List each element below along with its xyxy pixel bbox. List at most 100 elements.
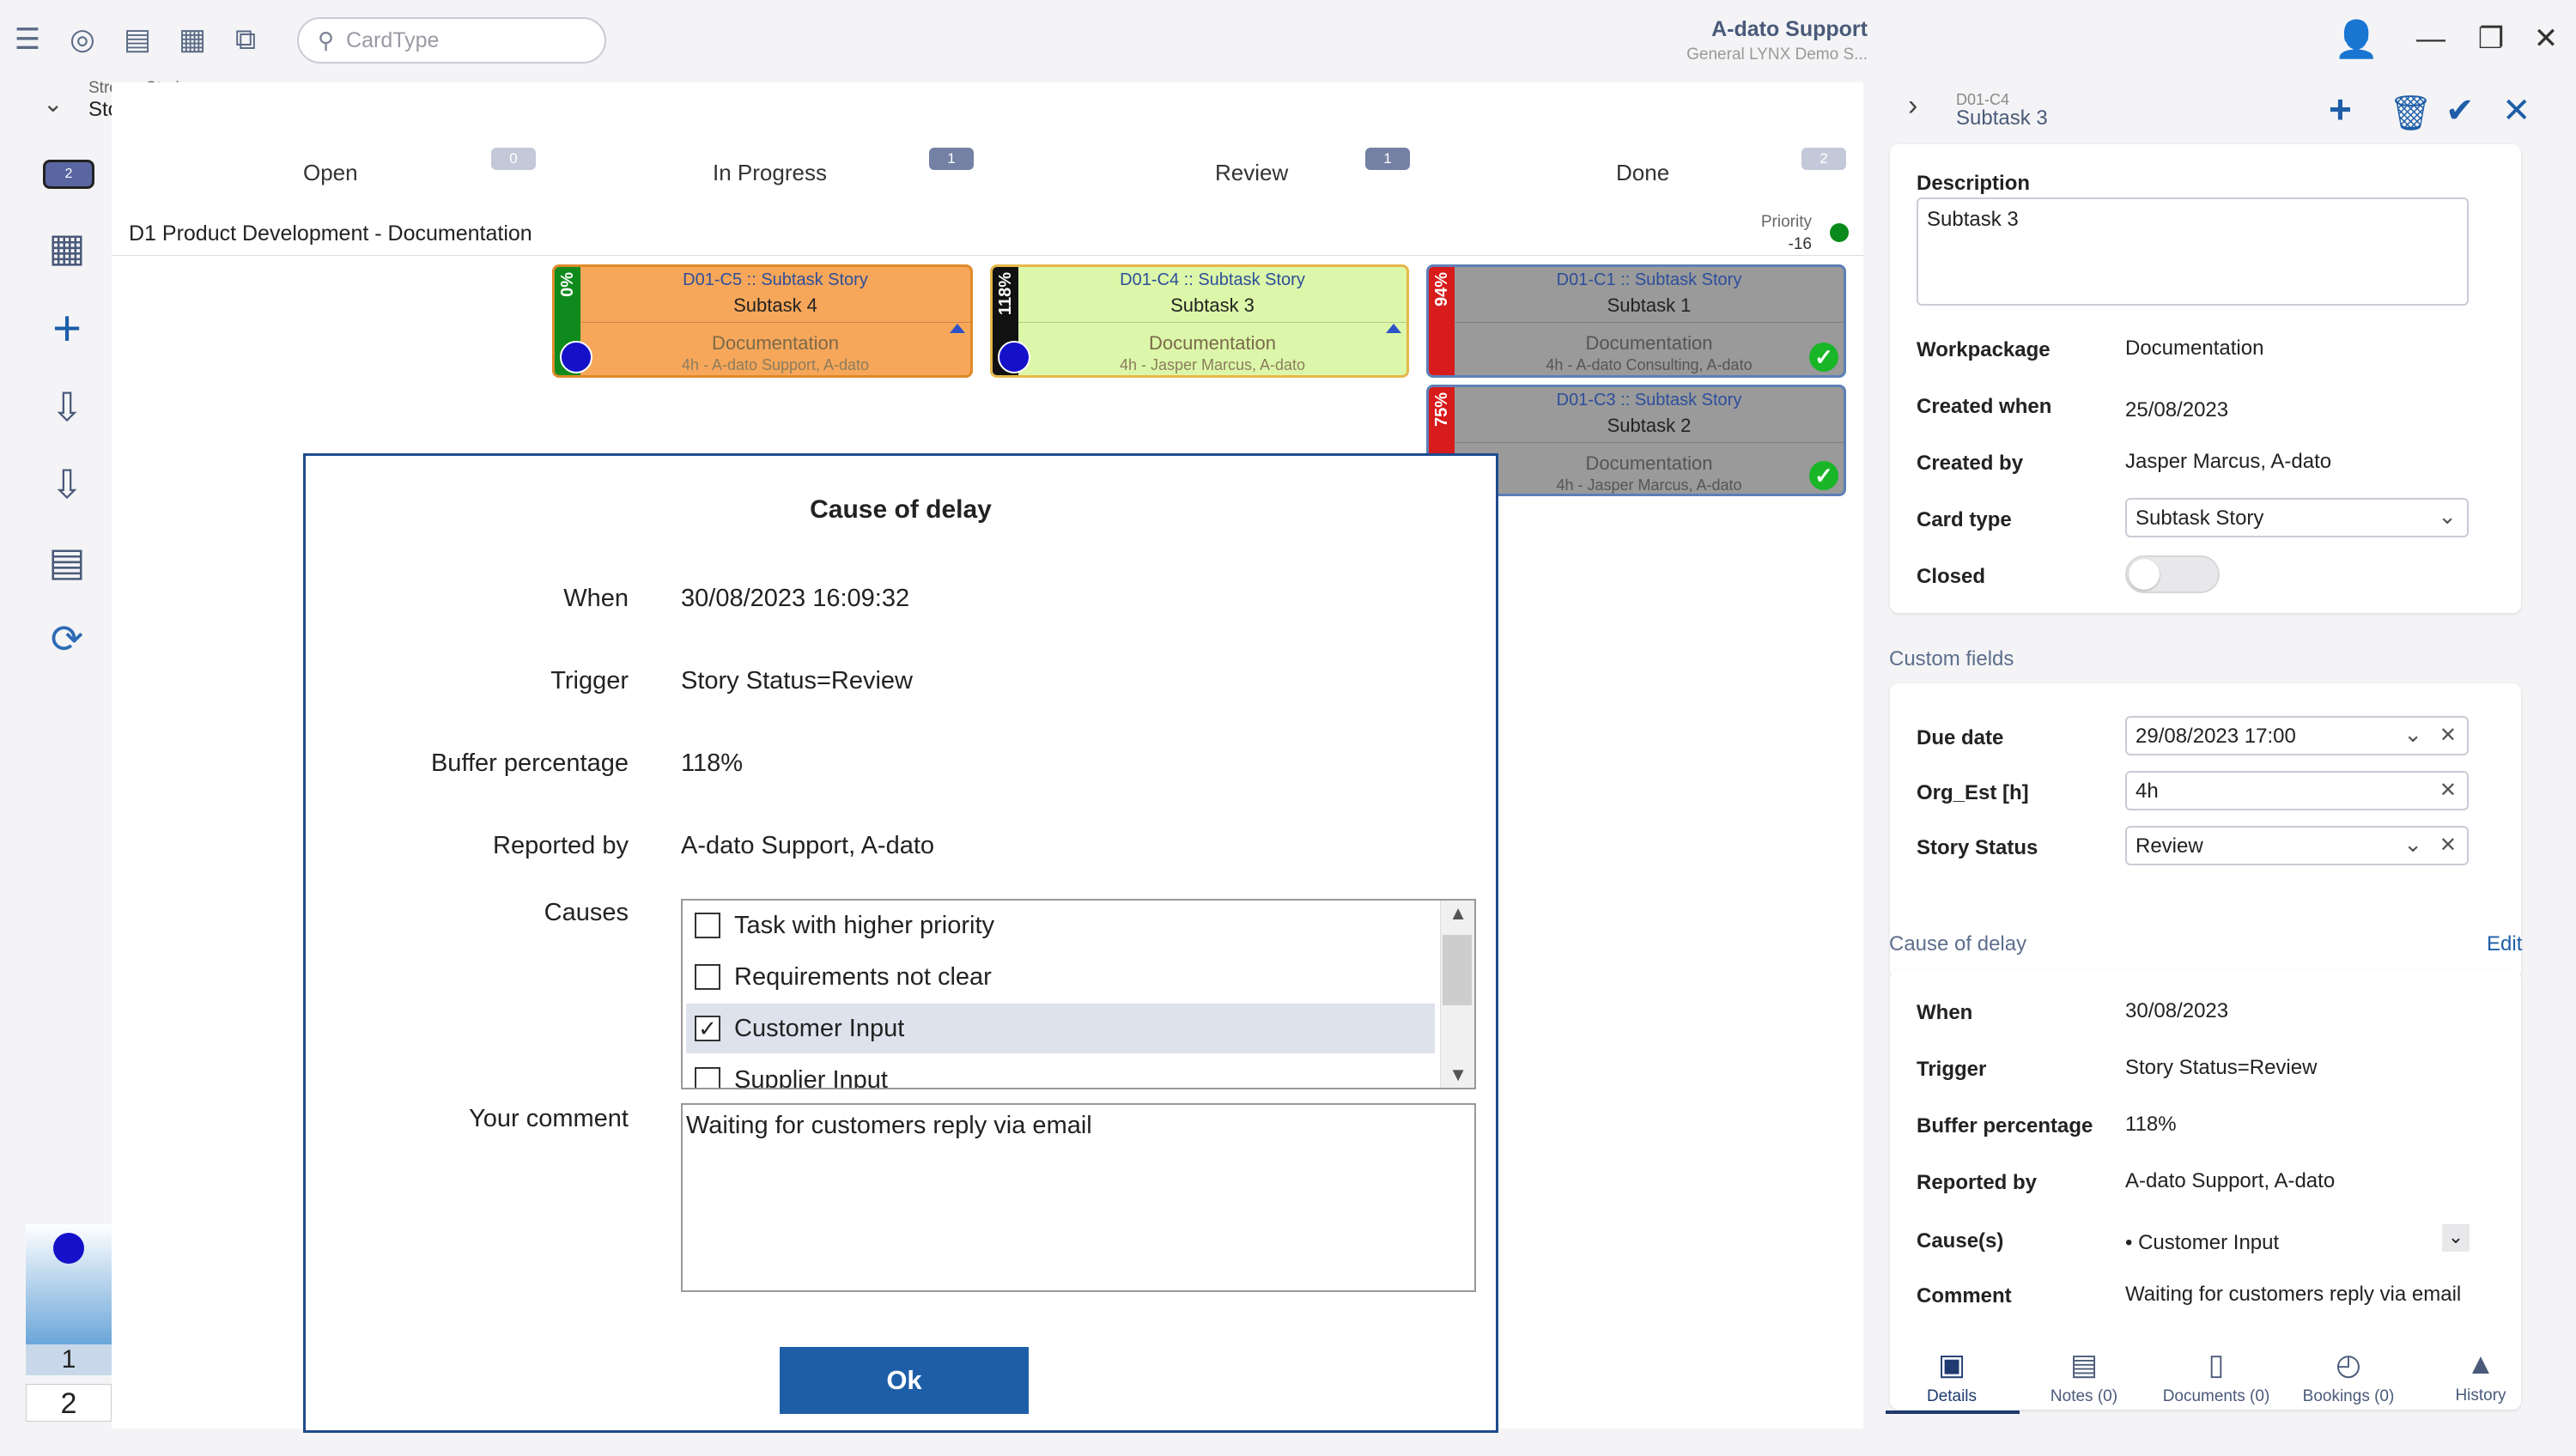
chevron-down-icon[interactable]: ⌄: [2403, 721, 2422, 748]
tab-notes[interactable]: ▤ Notes (0): [2020, 1348, 2148, 1406]
table-layout-icon[interactable]: ▤: [34, 536, 100, 587]
documents-icon: ▯: [2208, 1349, 2225, 1381]
search-input[interactable]: ⚲ CardType: [297, 17, 606, 64]
tab-bookings[interactable]: ◴ Bookings (0): [2284, 1348, 2413, 1406]
created-when-label: Created when: [1917, 395, 2052, 418]
refresh-icon[interactable]: ⟳: [34, 613, 100, 664]
tab-history[interactable]: ▲ History: [2416, 1348, 2545, 1405]
tab-documents[interactable]: ▯ Documents (0): [2152, 1348, 2281, 1406]
trigger-value: Story Status=Review: [681, 667, 913, 695]
buffer-percentage-value: 118%: [681, 749, 744, 777]
cause-of-delay-dialog: Cause of delay When 30/08/2023 16:09:32 …: [303, 453, 1498, 1433]
checkbox[interactable]: [695, 964, 720, 990]
story-card[interactable]: 118% D01-C4 :: Subtask Story Subtask 3 D…: [990, 264, 1409, 378]
chevron-down-icon[interactable]: ⌄: [2438, 503, 2457, 530]
clear-icon[interactable]: ✕: [2439, 833, 2457, 858]
checkbox-checked[interactable]: ✓: [695, 1016, 720, 1041]
card-workpackage: Documentation: [1585, 452, 1713, 474]
cause-option[interactable]: Task with higher priority: [686, 901, 1435, 950]
hierarchy-view-icon[interactable]: ⧉: [225, 19, 266, 60]
search-placeholder: CardType: [346, 27, 440, 52]
active-tab-indicator: [1886, 1410, 2020, 1414]
expand-chevron-icon[interactable]: ›: [1908, 89, 1917, 123]
page-1[interactable]: 1: [26, 1344, 112, 1375]
description-label: Description: [1917, 172, 2031, 195]
import-list-icon[interactable]: ⇩: [34, 458, 100, 510]
story-status-select[interactable]: Review ⌄ ✕: [2125, 826, 2469, 865]
created-by-label: Created by: [1917, 452, 2024, 475]
card-type-label: Card type: [1917, 508, 2012, 531]
workpackage-label: Workpackage: [1917, 338, 2050, 361]
cause-option[interactable]: Supplier Input: [686, 1055, 1435, 1088]
board-view-icon[interactable]: ▦: [172, 19, 213, 60]
closed-toggle[interactable]: [2125, 555, 2220, 593]
add-icon[interactable]: +: [2329, 86, 2352, 132]
cause-label: Customer Input: [734, 1014, 905, 1042]
story-status-value: Review: [2136, 834, 2203, 858]
checkbox[interactable]: [695, 913, 720, 938]
edit-link[interactable]: Edit: [2487, 932, 2522, 956]
checkbox[interactable]: [695, 1067, 720, 1088]
card-divider: [1018, 322, 1406, 323]
card-assignee: 4h - A-dato Consulting, A-dato: [1546, 356, 1753, 373]
comment-textarea[interactable]: Waiting for customers reply via email: [681, 1103, 1476, 1292]
add-card-icon[interactable]: +: [34, 300, 100, 356]
hamburger-menu-icon[interactable]: ☰: [7, 19, 48, 60]
card-assignee: 4h - A-dato Support, A-dato: [681, 356, 870, 373]
delete-icon[interactable]: 🗑: [2389, 93, 2433, 133]
cause-option[interactable]: Requirements not clear: [686, 952, 1435, 1002]
close-panel-icon[interactable]: ✕: [2502, 91, 2531, 130]
user-info[interactable]: A-dato Support General LYNX Demo S...: [1686, 17, 1868, 64]
tab-details[interactable]: ▣ Details: [1887, 1348, 2016, 1406]
swimlane-title: D1 Product Development - Documentation: [129, 221, 532, 246]
card-count-badge[interactable]: 2: [43, 160, 94, 189]
column-done-count: 2: [1801, 148, 1846, 170]
grid-view-icon[interactable]: ▦: [34, 221, 100, 273]
confirm-icon[interactable]: ✔: [2445, 91, 2475, 130]
collapse-chevron-icon[interactable]: ⌄: [43, 89, 63, 118]
dialog-title: Cause of delay: [810, 495, 992, 524]
card-id: D01-C5 :: Subtask Story: [683, 270, 868, 289]
priority-info: Priority -16: [1761, 211, 1812, 256]
scroll-down-icon[interactable]: ▼: [1449, 1064, 1467, 1086]
triangle-icon: [1386, 324, 1401, 333]
org-est-field[interactable]: 4h ✕: [2125, 771, 2469, 810]
page-2[interactable]: 2: [26, 1384, 112, 1422]
when-value: 30/08/2023 16:09:32: [681, 585, 910, 612]
chevron-down-icon[interactable]: ⌄: [2442, 1224, 2470, 1252]
description-field[interactable]: Subtask 3: [1917, 197, 2469, 306]
minimize-icon[interactable]: —: [2409, 19, 2452, 58]
close-window-icon[interactable]: ✕: [2524, 19, 2567, 58]
target-icon[interactable]: ◎: [62, 19, 103, 60]
due-date-field[interactable]: 29/08/2023 17:00 ⌄ ✕: [2125, 716, 2469, 755]
tab-label: Bookings (0): [2302, 1387, 2395, 1405]
done-check-icon: ✓: [1809, 461, 1838, 490]
notes-icon: ▤: [2069, 1349, 2099, 1381]
causes-scrollbar[interactable]: ▲ ▼: [1440, 901, 1474, 1088]
restore-icon[interactable]: ❐: [2470, 19, 2512, 58]
user-avatar-icon[interactable]: 👤: [2334, 19, 2379, 61]
column-review-count: 1: [1365, 148, 1410, 170]
workpackage-value: Documentation: [2125, 337, 2264, 360]
clear-icon[interactable]: ✕: [2439, 723, 2457, 748]
card-type-select[interactable]: Subtask Story ⌄: [2125, 498, 2469, 537]
cause-label: Requirements not clear: [734, 962, 992, 991]
story-card[interactable]: 94% D01-C1 :: Subtask Story Subtask 1 Do…: [1426, 264, 1846, 378]
list-view-icon[interactable]: ▤: [117, 19, 158, 60]
scroll-thumb[interactable]: [1443, 935, 1472, 1005]
cod-reported-label: Reported by: [1917, 1171, 2038, 1194]
chevron-down-icon[interactable]: ⌄: [2403, 831, 2422, 858]
card-id: D01-C1 :: Subtask Story: [1556, 270, 1742, 289]
story-card[interactable]: 0% D01-C5 :: Subtask Story Subtask 4 Doc…: [552, 264, 973, 378]
cause-option[interactable]: ✓ Customer Input: [686, 1004, 1435, 1053]
clear-icon[interactable]: ✕: [2439, 778, 2457, 803]
card-id: D01-C4 :: Subtask Story: [1120, 270, 1305, 289]
card-id: D01-C3 :: Subtask Story: [1556, 391, 1742, 410]
slider-handle[interactable]: [53, 1233, 84, 1264]
causes-list[interactable]: Task with higher priority Requirements n…: [681, 899, 1476, 1089]
cod-comment-label: Comment: [1917, 1284, 2012, 1307]
ok-button[interactable]: Ok: [780, 1347, 1029, 1414]
import-down-icon[interactable]: ⇩: [34, 381, 100, 433]
scroll-up-icon[interactable]: ▲: [1449, 902, 1467, 925]
tab-label: Details: [1926, 1387, 1978, 1405]
